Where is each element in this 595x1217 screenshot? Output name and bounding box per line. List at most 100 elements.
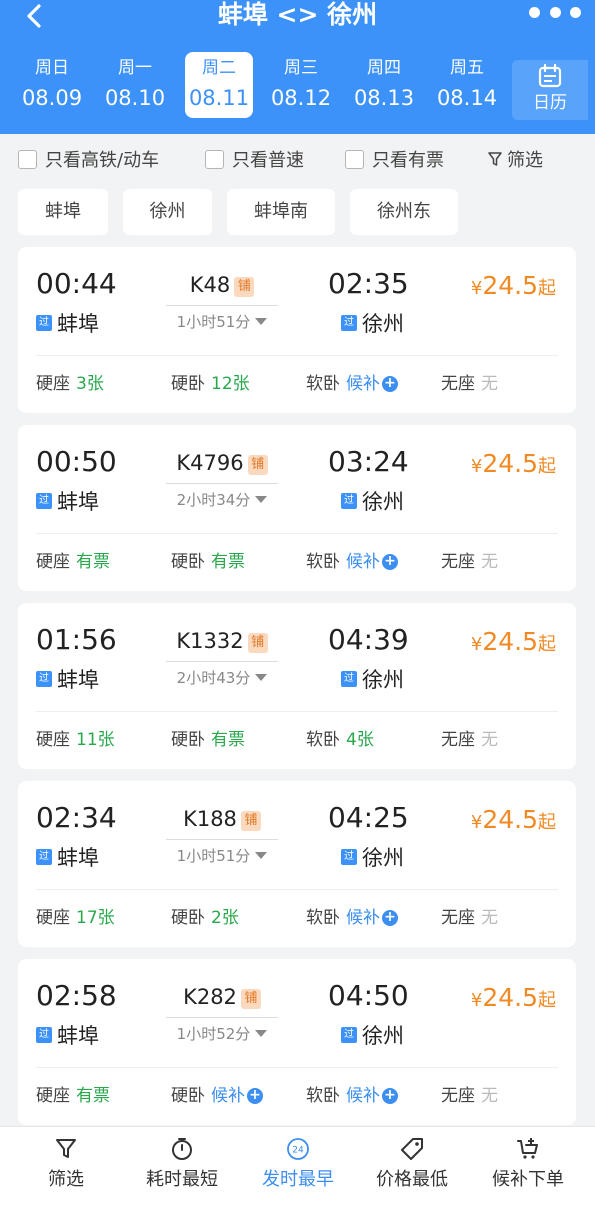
date-item-0813[interactable]: 周四 08.13 <box>350 52 418 118</box>
high-speed-only-checkbox[interactable]: 只看高铁/动车 <box>18 148 159 171</box>
station-name: 蚌埠 <box>57 1024 99 1048</box>
waitlist-plus-icon[interactable]: + <box>382 910 398 926</box>
station-name: 徐州 <box>362 490 404 514</box>
price-symbol: ¥ <box>470 634 483 655</box>
arrival-station: 过徐州 <box>341 1022 404 1048</box>
seat-hard-sleeper[interactable]: 硬卧 候补 + <box>171 1085 263 1107</box>
pass-through-badge: 过 <box>341 493 357 509</box>
tab-lowest-price[interactable]: 价格最低 <box>370 1137 454 1207</box>
date-item-0809[interactable]: 周日 08.09 <box>18 52 86 118</box>
filter-label: 筛选 <box>507 150 543 171</box>
date-value: 08.09 <box>21 86 83 110</box>
date-value: 08.12 <box>270 86 332 110</box>
train-card[interactable]: 02:58 K282 铺 1小时52分 04:50 过蚌埠 过徐州 ¥24.5起 … <box>18 959 576 1125</box>
date-weekday: 周二 <box>202 58 236 78</box>
seat-availability: 4张 <box>346 730 374 750</box>
filter-button[interactable]: 筛选 <box>487 148 543 171</box>
arrival-station: 过徐州 <box>341 844 404 870</box>
duration[interactable]: 1小时51分 <box>166 839 278 866</box>
available-only-checkbox[interactable]: 只看有票 <box>345 148 444 171</box>
waitlist-plus-icon[interactable]: + <box>382 1088 398 1104</box>
station-chip-xuzhou-east[interactable]: 徐州东 <box>350 189 458 235</box>
seat-soft-sleeper[interactable]: 软卧 候补 + <box>306 907 398 929</box>
seat-availability: 候补 <box>346 1086 380 1106</box>
station-name: 蚌埠 <box>57 312 99 336</box>
seat-availability: 无 <box>481 374 498 394</box>
date-item-0812[interactable]: 周三 08.12 <box>267 52 335 118</box>
departure-time: 00:50 <box>36 445 117 478</box>
tab-label: 价格最低 <box>376 1169 448 1190</box>
seat-availability: 12张 <box>211 374 250 394</box>
seat-hard-sleeper: 硬卧 有票 <box>171 729 245 751</box>
seat-no-seat: 无座无 <box>441 729 498 751</box>
station-name: 蚌埠 <box>57 846 99 870</box>
seat-type: 软卧 <box>306 374 340 394</box>
station-name: 徐州 <box>362 312 404 336</box>
checkbox-box <box>205 149 224 169</box>
train-card[interactable]: 00:50 K4796 铺 2小时34分 03:24 过蚌埠 过徐州 ¥24.5起… <box>18 425 576 591</box>
train-card[interactable]: 02:34 K188 铺 1小时51分 04:25 过蚌埠 过徐州 ¥24.5起 … <box>18 781 576 947</box>
seat-hard-seat: 硬座 17张 <box>36 907 115 929</box>
seat-availability: 候补 <box>211 1086 245 1106</box>
date-value: 08.14 <box>436 86 498 110</box>
date-item-0814[interactable]: 周五 08.14 <box>433 52 501 118</box>
departure-time: 01:56 <box>36 623 117 656</box>
more-options-icon[interactable] <box>529 7 581 21</box>
duration[interactable]: 1小时51分 <box>166 305 278 332</box>
duration[interactable]: 2小时34分 <box>166 483 278 510</box>
tab-waitlist-order[interactable]: 候补下单 <box>486 1137 570 1207</box>
seat-type: 硬卧 <box>171 1086 205 1106</box>
station-name: 徐州 <box>362 668 404 692</box>
departure-station: 过蚌埠 <box>36 666 99 692</box>
price-tag-icon <box>401 1138 423 1160</box>
date-weekday: 周一 <box>118 58 152 78</box>
price-symbol: ¥ <box>470 990 483 1011</box>
station-chip-bengbu[interactable]: 蚌埠 <box>18 189 108 235</box>
seat-soft-sleeper[interactable]: 软卧 候补 + <box>306 373 398 395</box>
seat-type: 无座 <box>441 1086 475 1106</box>
tab-filter[interactable]: 筛选 <box>30 1137 102 1207</box>
seat-soft-sleeper[interactable]: 软卧 候补 + <box>306 1085 398 1107</box>
duration[interactable]: 2小时43分 <box>166 661 278 688</box>
caret-down-icon <box>255 496 268 503</box>
date-item-0811-selected[interactable]: 周二 08.11 <box>185 52 253 118</box>
departure-time: 02:58 <box>36 979 117 1012</box>
train-card[interactable]: 01:56 K1332 铺 2小时43分 04:39 过蚌埠 过徐州 ¥24.5起… <box>18 603 576 769</box>
price: ¥24.5起 <box>471 271 556 304</box>
station-chip-xuzhou[interactable]: 徐州 <box>123 189 212 235</box>
checkbox-label: 只看有票 <box>372 150 444 171</box>
pass-through-badge: 过 <box>36 315 52 331</box>
waitlist-plus-icon[interactable]: + <box>382 376 398 392</box>
funnel-icon <box>56 1139 76 1158</box>
clock-24-icon: 24 <box>287 1138 309 1160</box>
seat-type: 硬座 <box>36 552 70 572</box>
seat-type: 无座 <box>441 908 475 928</box>
date-selector: 周日 08.09 周一 08.10 周二 08.11 周三 08.12 周四 0… <box>10 52 510 120</box>
train-card[interactable]: 00:44 K48 铺 1小时51分 02:35 过蚌埠 过徐州 ¥24.5起 硬… <box>18 247 576 413</box>
train-number-text: K188 <box>183 807 237 831</box>
normal-speed-only-checkbox[interactable]: 只看普速 <box>205 148 304 171</box>
waitlist-plus-icon[interactable]: + <box>247 1088 263 1104</box>
tab-earliest-departure-selected[interactable]: 24 发时最早 <box>256 1137 340 1207</box>
waitlist-plus-icon[interactable]: + <box>382 554 398 570</box>
seat-type: 无座 <box>441 730 475 750</box>
pass-through-badge: 过 <box>36 849 52 865</box>
seat-availability: 无 <box>481 552 498 572</box>
date-item-0810[interactable]: 周一 08.10 <box>101 52 169 118</box>
tab-label: 候补下单 <box>492 1169 564 1190</box>
duration[interactable]: 1小时52分 <box>166 1017 278 1044</box>
train-number: K188 铺 <box>166 807 278 831</box>
seat-availability: 候补 <box>346 552 380 572</box>
train-number: K282 铺 <box>166 985 278 1009</box>
seat-type: 硬座 <box>36 1086 70 1106</box>
tab-label: 筛选 <box>48 1169 84 1190</box>
duration-text: 1小时51分 <box>176 847 251 865</box>
arrival-time: 04:39 <box>328 623 409 656</box>
seat-soft-sleeper[interactable]: 软卧 候补 + <box>306 551 398 573</box>
price-symbol: ¥ <box>470 456 483 477</box>
tab-shortest-duration[interactable]: 耗时最短 <box>140 1137 224 1207</box>
price-value: 24.5 <box>482 983 538 1012</box>
departure-station: 过蚌埠 <box>36 844 99 870</box>
station-chip-bengbu-south[interactable]: 蚌埠南 <box>227 189 335 235</box>
calendar-button[interactable]: 日历 <box>512 60 588 120</box>
